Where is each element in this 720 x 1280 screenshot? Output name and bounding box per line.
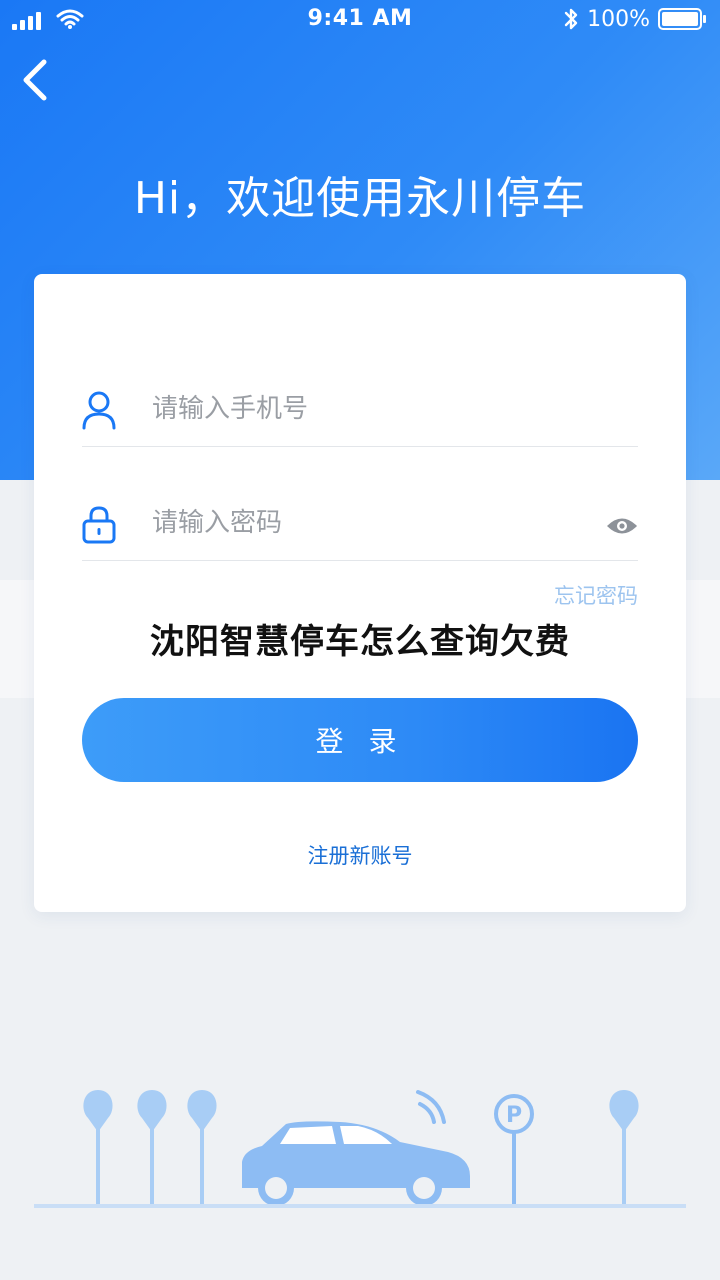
login-card: 忘记密码 登 录 注册新账号 — [34, 274, 686, 912]
phone-input[interactable] — [152, 384, 592, 434]
battery-percent: 100% — [587, 6, 650, 32]
car-icon — [242, 1121, 470, 1206]
status-right: 100% — [563, 6, 708, 32]
lock-icon — [82, 506, 116, 544]
welcome-title: Hi，欢迎使用永川停车 — [133, 173, 587, 224]
signal-waves-icon — [416, 1090, 446, 1124]
chevron-left-icon — [23, 59, 47, 101]
phone-field — [82, 384, 638, 447]
user-icon — [82, 391, 116, 430]
bluetooth-icon — [564, 8, 578, 30]
password-input[interactable] — [152, 498, 592, 548]
parking-sign-icon: P — [494, 1094, 534, 1208]
back-button[interactable] — [14, 52, 58, 108]
tree-left-1 — [83, 1090, 113, 1208]
svg-text:P: P — [506, 1103, 522, 1128]
tree-left-2 — [137, 1090, 167, 1208]
eye-icon[interactable] — [606, 514, 638, 538]
login-button[interactable]: 登 录 — [82, 698, 638, 782]
register-link[interactable]: 注册新账号 — [34, 840, 686, 870]
battery-icon — [658, 8, 706, 30]
tree-left-3 — [187, 1090, 217, 1208]
password-field — [82, 498, 638, 561]
parking-illustration: P — [34, 1090, 686, 1208]
tree-right — [609, 1090, 639, 1208]
forgot-password-link[interactable]: 忘记密码 — [554, 580, 638, 610]
ground-line — [34, 1204, 686, 1208]
overlay-caption: 沈阳智慧停车怎么查询欠费 — [150, 622, 570, 662]
status-bar: 9:41 AM 100% — [0, 0, 720, 40]
